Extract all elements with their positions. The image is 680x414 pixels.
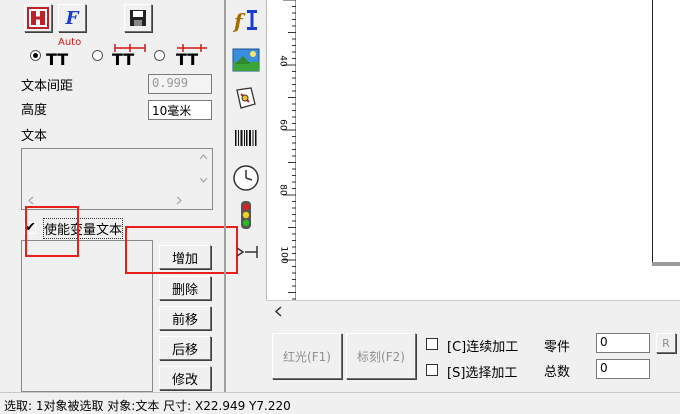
scroll-up-icon (199, 154, 208, 160)
extend-axis-icon (236, 246, 258, 258)
work-area-boundary (652, 0, 653, 262)
font-button[interactable]: F (58, 4, 86, 32)
svg-text:f: f (232, 9, 246, 33)
text-area-vscrollbar[interactable] (195, 149, 212, 193)
text-tool-button[interactable]: f (231, 4, 261, 36)
spacing-fixed-icon: TT (112, 50, 135, 69)
save-button[interactable] (124, 4, 152, 32)
spacing-mode-fixed-radio[interactable] (92, 50, 103, 61)
delete-button[interactable]: 删除 (159, 276, 211, 300)
ruler-label-60: 60 (277, 119, 288, 131)
save-icon (130, 10, 146, 26)
mark-button[interactable]: 标刻(F2) (346, 333, 416, 379)
ruler-label-80: 80 (277, 184, 288, 196)
traffic-light-icon (241, 201, 251, 229)
height-label: 高度 (21, 103, 48, 118)
drawing-toolbar: f (227, 0, 265, 392)
drawing-canvas[interactable] (296, 0, 680, 300)
height-input[interactable]: 10毫米 (148, 100, 212, 120)
canvas-hscrollbar[interactable] (266, 300, 680, 320)
ruler-label-40: 40 (277, 55, 288, 67)
spacing-mode-center-radio[interactable] (154, 50, 165, 61)
text-label: 文本 (21, 129, 48, 144)
spacing-center-icon: TT (176, 50, 199, 69)
status-text: 选取: 1对象被选取 对象:文本 尺寸: X22.949 Y7.220 (4, 399, 291, 413)
panel-separator (224, 0, 226, 392)
move-down-button[interactable]: 后移 (159, 336, 211, 360)
move-up-button[interactable]: 前移 (159, 306, 211, 330)
image-tool-button[interactable] (231, 44, 261, 76)
scroll-down-icon (199, 177, 208, 183)
scroll-left-icon (275, 306, 282, 317)
text-tool-icon: f (232, 9, 257, 33)
highlight-box-add (125, 226, 238, 274)
ruler-vertical: 40 60 80 100 (266, 0, 297, 300)
clock-icon (233, 165, 259, 191)
image-tool-icon (232, 48, 260, 72)
marking-control-panel: 红光(F1) 标刻(F2) [C]连续加工 [S]选择加工 零件 0 R 总数 … (266, 321, 680, 392)
spacing-label: 文本间距 (21, 79, 74, 94)
auto-label: Auto (58, 37, 82, 48)
spacing-mode-auto-radio[interactable] (30, 50, 41, 61)
reset-button[interactable]: R (656, 333, 676, 353)
clock-tool-button[interactable] (231, 162, 261, 194)
vector-import-icon (236, 87, 256, 109)
hatch-button[interactable] (24, 4, 52, 32)
parts-label: 零件 (544, 340, 571, 355)
spacing-auto-icon: TT (46, 50, 69, 69)
status-bar: 选取: 1对象被选取 对象:文本 尺寸: X22.949 Y7.220 (0, 392, 680, 414)
extend-axis-button[interactable] (231, 238, 261, 266)
total-label: 总数 (544, 365, 571, 380)
text-area[interactable] (21, 148, 213, 210)
property-panel: F Auto TT TT TT 文本间距 0.999 高度 10毫米 文本 ✔ … (0, 0, 238, 392)
parts-input[interactable]: 0 (596, 333, 650, 353)
red-light-button[interactable]: 红光(F1) (272, 333, 342, 379)
select-process-checkbox[interactable] (426, 364, 438, 376)
edit-button[interactable]: 修改 (159, 366, 211, 390)
vector-import-button[interactable] (231, 82, 261, 114)
barcode-tool-button[interactable] (231, 124, 261, 156)
highlight-box-checkbox (25, 206, 79, 257)
barcode-icon (235, 130, 257, 146)
hatch-icon (27, 7, 49, 29)
continuous-checkbox[interactable] (426, 338, 438, 350)
scroll-left-icon (28, 196, 34, 205)
font-icon: F (65, 7, 79, 29)
io-tool-button[interactable] (231, 198, 261, 232)
select-process-label: [S]选择加工 (447, 366, 518, 381)
total-input[interactable]: 0 (596, 359, 650, 379)
ruler-label-100: 100 (278, 246, 289, 264)
continuous-label: [C]连续加工 (447, 340, 519, 355)
scroll-right-icon (176, 196, 182, 205)
spacing-input[interactable]: 0.999 (148, 74, 212, 94)
work-area-bottom-edge (652, 262, 680, 266)
